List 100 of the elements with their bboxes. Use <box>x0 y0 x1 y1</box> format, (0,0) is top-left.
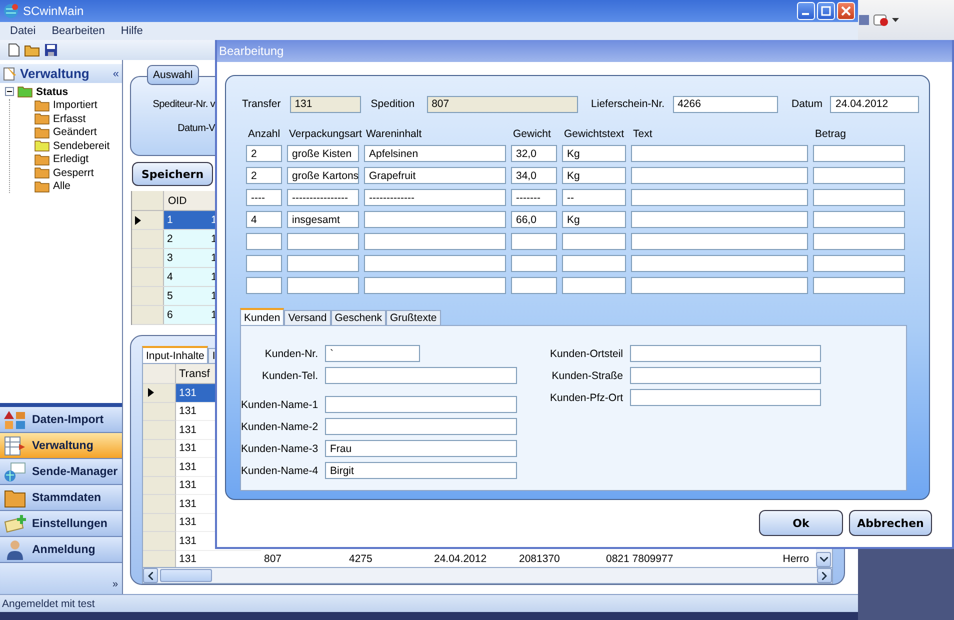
tree-item[interactable]: Importiert <box>53 99 98 112</box>
toolbar-icon[interactable] <box>858 14 870 26</box>
tab[interactable]: Kunden <box>240 308 284 325</box>
tab[interactable]: Versand <box>284 310 331 325</box>
record-icon[interactable] <box>873 13 889 27</box>
input-field[interactable] <box>813 255 905 272</box>
input-field[interactable]: große Kartons <box>287 167 359 184</box>
input-field[interactable]: 2 <box>246 145 282 162</box>
input-field[interactable] <box>630 389 821 406</box>
input-field[interactable]: Kg <box>562 211 626 228</box>
menu-item[interactable]: Bearbeiten <box>46 24 111 38</box>
tab[interactable]: Input-Inhalte <box>142 346 208 363</box>
nav-button[interactable]: Einstellungen <box>0 511 122 537</box>
nav-button[interactable]: Sende-Manager <box>0 459 122 485</box>
input-field[interactable] <box>631 189 808 206</box>
input-field[interactable] <box>287 255 359 272</box>
input-field[interactable]: ---- <box>246 189 282 206</box>
tab[interactable]: Geschenk <box>330 310 386 325</box>
tree-item[interactable]: Alle <box>53 180 71 192</box>
input-field[interactable]: 34,0 <box>511 167 557 184</box>
input-field[interactable] <box>562 277 626 294</box>
input-field[interactable] <box>562 255 626 272</box>
input-field[interactable] <box>630 367 821 384</box>
scroll-left-button[interactable] <box>143 568 158 583</box>
nav-button[interactable]: Stammdaten <box>0 485 122 511</box>
input-field[interactable] <box>246 277 282 294</box>
input-field[interactable] <box>813 189 905 206</box>
tree-item[interactable]: Sendebereit <box>53 140 110 152</box>
nav-button[interactable]: Verwaltung <box>0 433 122 459</box>
ok-button[interactable]: Ok <box>759 510 843 536</box>
tree-item[interactable]: Erfasst <box>53 112 86 125</box>
input-field[interactable] <box>287 277 359 294</box>
input-field[interactable]: Apfelsinen <box>364 145 506 162</box>
collapse-button[interactable]: « <box>112 68 119 80</box>
input-field[interactable] <box>325 396 517 413</box>
input-field[interactable] <box>631 145 808 162</box>
table-cell[interactable]: 6 <box>164 306 208 324</box>
input-field[interactable]: -- <box>562 189 626 206</box>
input-field[interactable]: 4266 <box>672 96 778 112</box>
menu-item[interactable]: Datei <box>4 24 42 38</box>
input-field[interactable]: 66,0 <box>511 211 557 228</box>
table-cell[interactable]: 2 <box>164 230 208 248</box>
save-button[interactable]: Speichern <box>132 162 213 186</box>
input-field[interactable] <box>813 277 905 294</box>
tree-item[interactable]: Erledigt <box>53 153 89 166</box>
new-file-icon[interactable] <box>8 43 20 57</box>
collapse-icon[interactable] <box>5 87 14 96</box>
table-cell[interactable]: 5 <box>164 287 208 305</box>
scrollbar-thumb[interactable] <box>160 569 212 582</box>
menu-item[interactable]: Hilfe <box>114 24 149 38</box>
input-field[interactable] <box>364 211 506 228</box>
input-field[interactable]: Frau <box>325 440 517 457</box>
input-field[interactable] <box>325 418 517 435</box>
input-field[interactable]: Kg <box>562 167 626 184</box>
input-field[interactable]: 4 <box>246 211 282 228</box>
input-field[interactable] <box>631 233 808 250</box>
tree-item[interactable]: Geändert <box>53 126 97 138</box>
input-field[interactable] <box>813 167 905 184</box>
table-cell[interactable]: 1 <box>164 211 208 229</box>
tree-item[interactable]: Gesperrt <box>53 166 94 179</box>
input-field[interactable]: 807 <box>426 96 578 112</box>
folder-icon[interactable] <box>24 43 40 57</box>
table-cell[interactable]: 4 <box>164 268 208 286</box>
tab[interactable]: Grußtexte <box>386 310 441 325</box>
input-field[interactable] <box>631 167 808 184</box>
input-field[interactable] <box>630 345 821 362</box>
input-field[interactable]: 2 <box>246 167 282 184</box>
input-field[interactable] <box>511 277 557 294</box>
input-field[interactable]: ` <box>325 345 420 362</box>
save-icon[interactable] <box>44 43 58 57</box>
scroll-down-button[interactable] <box>816 552 831 567</box>
input-field[interactable]: große Kisten <box>287 145 359 162</box>
nav-button[interactable]: Anmeldung <box>0 537 122 563</box>
input-field[interactable] <box>813 233 905 250</box>
input-field[interactable]: Grapefruit <box>364 167 506 184</box>
input-field[interactable]: ------------- <box>364 189 506 206</box>
nav-button[interactable]: Daten-Import <box>0 407 122 433</box>
input-field[interactable]: insgesamt <box>287 211 359 228</box>
more-button[interactable]: » <box>112 579 118 590</box>
input-field[interactable]: ------- <box>511 189 557 206</box>
input-field[interactable]: Birgit <box>325 462 517 479</box>
caret-icon[interactable] <box>892 18 899 22</box>
input-field[interactable] <box>631 277 808 294</box>
input-field[interactable] <box>246 233 282 250</box>
tree-item[interactable]: Status <box>36 86 68 98</box>
input-field[interactable] <box>511 255 557 272</box>
input-field[interactable] <box>364 233 506 250</box>
input-field[interactable]: Kg <box>562 145 626 162</box>
input-field[interactable] <box>562 233 626 250</box>
input-field[interactable] <box>246 255 282 272</box>
input-field[interactable]: 24.04.2012 <box>830 96 919 112</box>
input-field[interactable] <box>287 233 359 250</box>
input-field[interactable] <box>631 255 808 272</box>
input-field[interactable] <box>511 233 557 250</box>
scroll-right-button[interactable] <box>817 568 832 583</box>
table-cell[interactable]: 3 <box>164 249 208 267</box>
input-field[interactable] <box>364 277 506 294</box>
input-field[interactable]: ---------------- <box>287 189 359 206</box>
close-button[interactable] <box>837 2 855 20</box>
input-field[interactable] <box>813 145 905 162</box>
